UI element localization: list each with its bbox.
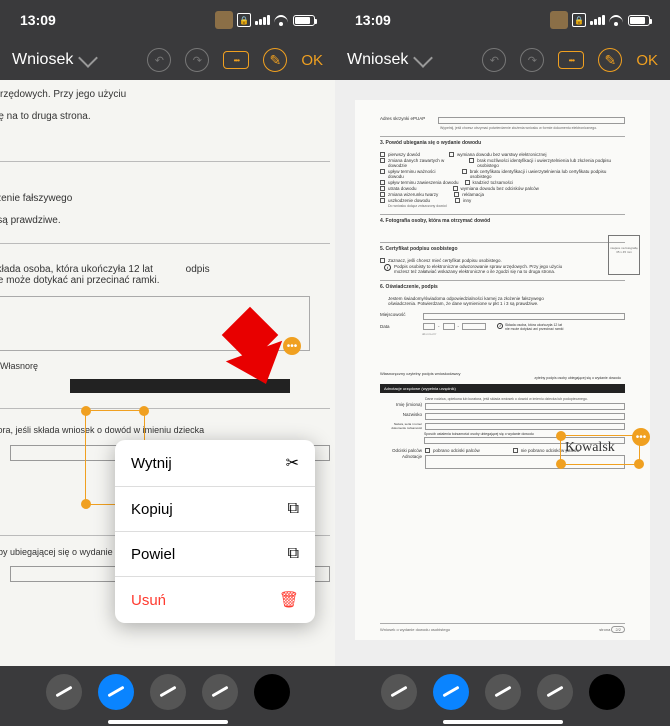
pen-tool-1[interactable]	[46, 674, 82, 710]
menu-label: Kopiuj	[131, 501, 173, 518]
status-bar: 13:09 🔒	[335, 0, 670, 40]
color-picker-black[interactable]	[589, 674, 625, 710]
duplicate-icon: ⧉	[288, 545, 299, 563]
annotation-arrow	[220, 305, 290, 385]
menu-label: Wytnij	[131, 455, 172, 472]
pen-tool-3[interactable]	[150, 674, 186, 710]
document-title[interactable]: Wniosek	[347, 51, 408, 69]
menu-delete[interactable]: Usuń 🗑	[115, 577, 315, 623]
signal-icon	[255, 15, 270, 25]
text-line: t 1 i 3 są prawdziwe.	[0, 214, 330, 228]
pen-tool-3[interactable]	[485, 674, 521, 710]
undo-button[interactable]: ↶	[147, 48, 171, 72]
battery-icon	[628, 15, 650, 26]
status-bar: 13:09 🔒	[0, 0, 335, 40]
signal-icon	[590, 15, 605, 25]
text-line: Składa osoba, która ukończyła 12 lat	[0, 264, 153, 275]
menu-cut[interactable]: Wytnij ✂	[115, 440, 315, 487]
pen-tool-1[interactable]	[381, 674, 417, 710]
pen-tool-4[interactable]	[202, 674, 238, 710]
pen-tool-2-selected[interactable]	[98, 674, 134, 710]
text-line: nie może dotykać ani przecinać ramki.	[0, 275, 160, 286]
chevron-down-icon[interactable]	[78, 48, 98, 68]
undo-button[interactable]: ↶	[482, 48, 506, 72]
pen-tool-2-selected[interactable]	[433, 674, 469, 710]
signature-drawing: Kowalsk	[561, 436, 639, 460]
trash-icon: 🗑	[279, 590, 299, 610]
menu-label: Powiel	[131, 546, 175, 563]
status-time: 13:09	[355, 12, 391, 28]
text-line: Własnorę	[0, 361, 38, 371]
markup-toolbar: Wniosek ↶ ↷ OK	[0, 40, 335, 80]
wifi-icon	[609, 14, 624, 26]
more-options-button[interactable]: •••	[632, 428, 650, 446]
markup-button[interactable]	[598, 48, 622, 72]
home-indicator[interactable]	[108, 720, 228, 724]
tools-toolbar	[0, 666, 335, 718]
document-page: Adres skrzynki ePUAP Wypełnij, jeśli chc…	[355, 100, 650, 640]
markup-toolbar: Wniosek ↶ ↷ OK	[335, 40, 670, 80]
scissors-icon: ✂	[286, 453, 299, 473]
text-line: b kuratora, jeśli składa wniosek o dowód…	[0, 424, 330, 437]
menu-label: Usuń	[131, 592, 166, 609]
text-line: za złożenie fałszywego	[0, 192, 330, 206]
signature-selection[interactable]: Kowalsk	[560, 435, 640, 465]
context-menu: Wytnij ✂ Kopiuj ⧉ Powiel ⧉ Usuń 🗑	[115, 440, 315, 623]
text-line: odzi się na to druga strona.	[0, 110, 330, 124]
document-canvas[interactable]: praw urzędowych. Przy jego użyciu odzi s…	[0, 80, 335, 666]
document-title[interactable]: Wniosek	[12, 51, 73, 69]
phone-right: 13:09 🔒 Wniosek ↶ ↷ OK niosek Adres skrz…	[335, 0, 670, 726]
home-indicator[interactable]	[443, 720, 563, 724]
pen-tool-4[interactable]	[537, 674, 573, 710]
chevron-down-icon[interactable]	[413, 48, 433, 68]
color-picker-black[interactable]	[254, 674, 290, 710]
status-time: 13:09	[20, 12, 56, 28]
menu-copy[interactable]: Kopiuj ⧉	[115, 487, 315, 532]
app-icon	[215, 11, 233, 29]
battery-icon	[293, 15, 315, 26]
markup-button[interactable]	[263, 48, 287, 72]
section-header-black: Adnotacje urzędowe (wypełnia urzędnik)	[380, 384, 625, 393]
tools-toolbar	[335, 666, 670, 718]
done-button[interactable]: OK	[301, 52, 323, 69]
orientation-lock-icon: 🔒	[237, 13, 251, 27]
text-line: odpis	[186, 264, 210, 275]
copy-icon: ⧉	[288, 500, 299, 518]
keyboard-button[interactable]	[223, 51, 249, 69]
orientation-lock-icon: 🔒	[572, 13, 586, 27]
redo-button[interactable]: ↷	[185, 48, 209, 72]
phone-left: 13:09 🔒 Wniosek ↶ ↷ OK praw urzędowych. …	[0, 0, 335, 726]
redo-button[interactable]: ↷	[520, 48, 544, 72]
menu-duplicate[interactable]: Powiel ⧉	[115, 532, 315, 577]
wifi-icon	[274, 14, 289, 26]
text-line: praw urzędowych. Przy jego użyciu	[0, 88, 330, 102]
done-button[interactable]: OK	[636, 52, 658, 69]
app-icon	[550, 11, 568, 29]
photo-placeholder: miejsce na fotografię 35 x 45 mm	[608, 235, 640, 275]
keyboard-button[interactable]	[558, 51, 584, 69]
document-canvas[interactable]: niosek Adres skrzynki ePUAP Wypełnij, je…	[335, 80, 670, 666]
